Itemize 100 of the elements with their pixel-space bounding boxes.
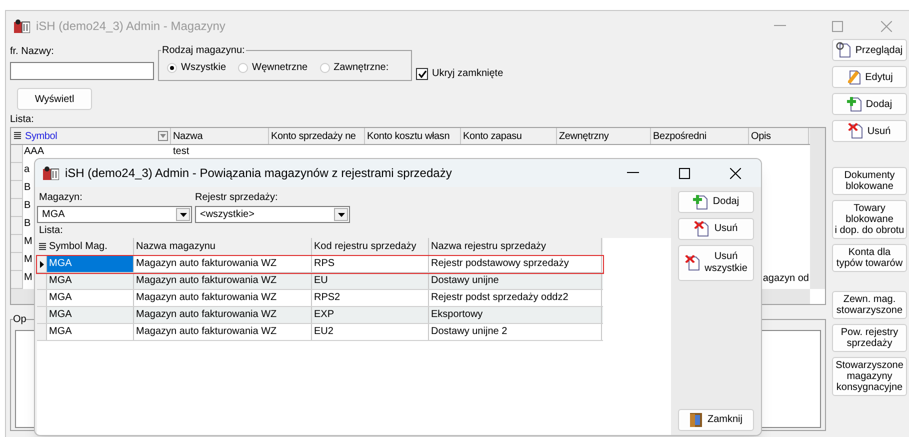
table-cell: Magazyn auto fakturowania WZ [134, 290, 312, 306]
side-button[interactable]: Przeglądaj [832, 39, 907, 61]
table-cell: M [23, 235, 32, 248]
table-cell: B [23, 217, 31, 230]
group-label: Op [13, 312, 26, 327]
dropdown-button[interactable] [334, 208, 348, 221]
app-icon [43, 166, 59, 180]
document-delete-icon [694, 221, 710, 237]
table-cell: EU [312, 273, 429, 289]
show-button[interactable]: Wyświetl [17, 88, 92, 110]
list-label: Lista: [38, 224, 64, 238]
table-cell: EU2 [312, 324, 429, 340]
side-button[interactable]: Edytuj [832, 66, 907, 88]
dropdown-button[interactable] [176, 208, 190, 221]
table-cell: Magazyn auto fakturowania WZ [134, 273, 312, 289]
column-header[interactable]: Zewnętrzny [557, 128, 651, 144]
table-cell: Dostawy unijne [429, 273, 602, 289]
table-cell: Rejestr podst sprzedaży oddz2 [429, 290, 602, 306]
dialog-button[interactable]: Zamknij [678, 409, 754, 431]
table-cell: MGA [47, 256, 134, 272]
app-icon [14, 19, 30, 33]
dialog-title: iSH (demo24_3) Admin - Powiązania magazynów z rejestrami sprzedaży [65, 165, 452, 182]
vertical-scrollbar[interactable] [810, 128, 825, 289]
minimize-icon[interactable] [627, 172, 639, 174]
door-icon [689, 412, 704, 428]
side-button[interactable]: Pow. rejestry sprzedaży [832, 324, 907, 352]
dialog-button[interactable]: Dodaj [678, 191, 754, 213]
filter-icon[interactable] [158, 131, 168, 141]
side-button[interactable]: Dodaj [832, 93, 907, 115]
side-button[interactable]: Dokumenty blokowane [832, 167, 907, 195]
table-cell: B [23, 181, 31, 194]
table-cell: Dostawy unijne 2 [429, 324, 602, 340]
caret-icon [180, 212, 186, 216]
document-delete-icon [848, 123, 864, 139]
radio-button[interactable] [320, 62, 330, 72]
column-header[interactable]: Nazwa [171, 128, 269, 144]
table-row[interactable]: MGA Magazyn auto fakturowania WZ RPS2 Rejestr podst sprzedaży oddz2 [37, 290, 603, 307]
maximize-icon[interactable] [679, 168, 690, 178]
close-icon[interactable] [730, 168, 741, 178]
radio-option[interactable]: Wszystkie [167, 60, 226, 75]
side-button[interactable]: Usuń [832, 120, 907, 142]
warehouse-label: Magazyn: [38, 191, 84, 205]
side-button[interactable]: Stowarzyszone magazyny konsygnacyjne [832, 357, 907, 396]
table-cell: Rejestr podstawowy sprzedaży [429, 256, 602, 272]
register-label: Rejestr sprzedaży: [195, 191, 279, 205]
table-cell: MGA [47, 324, 134, 340]
table-cell-text: test [172, 145, 190, 159]
table-cell-text: agazyn od [762, 272, 810, 286]
column-chooser-icon[interactable] [38, 242, 46, 250]
radio-option[interactable]: Węwnetrzne [238, 60, 308, 75]
side-button[interactable]: Zewn. mag. stowarzyszone [832, 291, 907, 319]
list-label: Lista: [10, 113, 35, 127]
column-header[interactable]: Konto kosztu własn [365, 128, 461, 144]
column-header[interactable]: Konto zapasu [461, 128, 557, 144]
table-cell: RPS2 [312, 290, 429, 306]
name-filter-field[interactable] [10, 62, 154, 80]
table-cell: Magazyn auto fakturowania WZ [134, 307, 312, 323]
table-cell: MGA [47, 307, 134, 323]
side-button[interactable]: Konta dla typów towarów [832, 244, 907, 272]
table-cell: Eksportowy [429, 307, 602, 323]
document-add-icon [692, 194, 709, 210]
name-filter-label: fr. Nazwy: [10, 45, 55, 59]
radio-button[interactable] [238, 62, 248, 72]
group-label: Rodzaj magazynu: [161, 43, 246, 58]
table-cell: MGA [47, 273, 134, 289]
column-header[interactable]: Symbol [23, 128, 171, 144]
table-row[interactable]: MGA Magazyn auto fakturowania WZ EXP Eksportowy [37, 307, 603, 324]
table-cell: Magazyn auto fakturowania WZ [134, 256, 312, 272]
column-header[interactable]: Konto sprzedaży ne [269, 128, 365, 144]
side-button[interactable]: Towary blokowane i dop. do obrotu [832, 200, 907, 239]
table-cell: RPS [312, 256, 429, 272]
table-cell: B [23, 199, 31, 212]
column-header[interactable]: Opis [749, 128, 809, 144]
warehouse-combo[interactable]: MGA [37, 206, 192, 223]
document-delete-icon [684, 255, 701, 271]
table-cell-text: AAA [23, 145, 46, 158]
table-cell: M [23, 253, 32, 266]
radio-button[interactable] [167, 62, 177, 72]
row-pointer-icon [40, 260, 44, 268]
dialog-button[interactable]: Usuń [678, 218, 754, 240]
table-row[interactable]: MGA Magazyn auto fakturowania WZ EU Dostawy unijne [37, 273, 603, 290]
document-add-icon [846, 96, 863, 112]
table-cell: MGA [47, 290, 134, 306]
column-chooser-icon[interactable] [14, 132, 20, 140]
table-row[interactable]: MGA Magazyn auto fakturowania WZ RPS Rejestr podstawowy sprzedaży [37, 256, 603, 273]
dialog-button[interactable]: Usuń wszystkie [678, 245, 754, 281]
table-row[interactable]: MGA Magazyn auto fakturowania WZ EU2 Dostawy unijne 2 [37, 324, 603, 341]
column-header[interactable]: Bezpośredni [651, 128, 749, 144]
hide-closed-checkbox[interactable] [416, 68, 428, 80]
row-header[interactable] [37, 256, 47, 272]
window-title: iSH (demo24_3) Admin - Magazyny [36, 18, 226, 35]
register-combo[interactable]: <wszystkie> [195, 206, 350, 223]
table-cell: M [23, 271, 32, 284]
table-cell: Magazyn auto fakturowania WZ [134, 324, 312, 340]
document-pencil-icon [846, 69, 862, 85]
table-cell: a [23, 163, 30, 176]
table-cell: EXP [312, 307, 429, 323]
hide-closed-label: Ukryj zamknięte [432, 67, 504, 81]
document-magnifier-icon [836, 42, 852, 58]
radio-option[interactable]: Zawnętrzne: [320, 60, 389, 75]
